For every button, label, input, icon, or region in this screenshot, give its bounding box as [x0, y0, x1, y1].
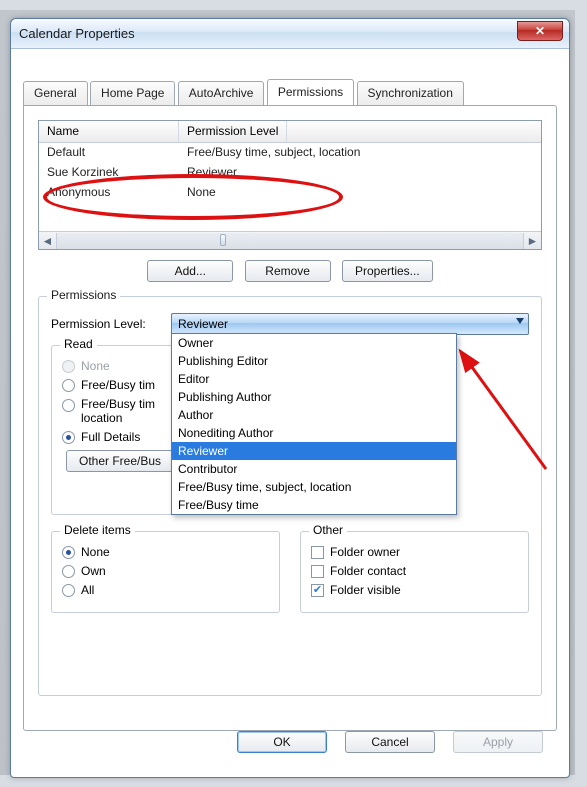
- table-row[interactable]: Sue Korzinek Reviewer: [39, 163, 541, 183]
- scroll-thumb[interactable]: [220, 234, 226, 246]
- dropdown-item[interactable]: Publishing Editor: [172, 352, 456, 370]
- tabstrip: General Home Page AutoArchive Permission…: [23, 79, 557, 105]
- cancel-button[interactable]: Cancel: [345, 731, 435, 753]
- folder-visible-label: Folder visible: [330, 583, 401, 597]
- radio-icon: [62, 431, 75, 444]
- radio-icon: [62, 565, 75, 578]
- table-row[interactable]: Anonymous None: [39, 183, 541, 203]
- list-buttons: Add... Remove Properties...: [38, 260, 542, 282]
- checkbox-icon: [311, 565, 324, 578]
- dropdown-item[interactable]: Free/Busy time, subject, location: [172, 478, 456, 496]
- radio-icon: [62, 546, 75, 559]
- tab-home-page[interactable]: Home Page: [90, 81, 175, 105]
- folder-owner-label: Folder owner: [330, 545, 400, 559]
- listview-rows: Default Free/Busy time, subject, locatio…: [39, 143, 541, 203]
- permissions-groupbox: Permissions Permission Level: Reviewer O…: [38, 296, 542, 696]
- radio-icon: [62, 584, 75, 597]
- read-freebusy-label: Free/Busy tim: [81, 378, 155, 392]
- radio-icon: [62, 379, 75, 392]
- check-icon: ✔: [313, 585, 322, 596]
- column-name[interactable]: Name: [39, 121, 179, 142]
- read-freebusy-loc-label: Free/Busy tim location: [81, 397, 155, 425]
- window-title: Calendar Properties: [19, 26, 135, 41]
- column-permission-level[interactable]: Permission Level: [179, 121, 287, 142]
- cell-name: Sue Korzinek: [39, 163, 179, 183]
- dropdown-item[interactable]: Author: [172, 406, 456, 424]
- read-full-details-label: Full Details: [81, 430, 140, 444]
- tab-autoarchive[interactable]: AutoArchive: [178, 81, 265, 105]
- dialog-footer: OK Cancel Apply: [233, 731, 547, 753]
- dropdown-item[interactable]: Nonediting Author: [172, 424, 456, 442]
- combo-value: Reviewer: [178, 317, 228, 331]
- radio-dot-icon: [66, 435, 71, 440]
- cell-name: Default: [39, 143, 179, 163]
- other-legend: Other: [309, 523, 347, 537]
- cell-level: Free/Busy time, subject, location: [179, 143, 368, 163]
- dropdown-item[interactable]: Owner: [172, 334, 456, 352]
- scroll-right-icon[interactable]: ►: [524, 233, 541, 249]
- folder-contact-row[interactable]: Folder contact: [311, 564, 518, 578]
- ok-button[interactable]: OK: [237, 731, 327, 753]
- chevron-down-icon: [516, 318, 524, 324]
- horizontal-scrollbar[interactable]: ◄ ►: [39, 231, 541, 249]
- dropdown-item[interactable]: Contributor: [172, 460, 456, 478]
- permission-level-label: Permission Level:: [51, 317, 171, 331]
- other-freebusy-button[interactable]: Other Free/Bus: [66, 450, 174, 472]
- delete-other-row: Delete items None Own All: [51, 527, 529, 613]
- tab-general[interactable]: General: [23, 81, 88, 105]
- read-none-label: None: [81, 359, 110, 373]
- scroll-trough[interactable]: [56, 233, 524, 249]
- permission-level-dropdown[interactable]: Owner Publishing Editor Editor Publishin…: [171, 333, 457, 515]
- folder-owner-row[interactable]: Folder owner: [311, 545, 518, 559]
- tab-permissions[interactable]: Permissions: [267, 79, 354, 105]
- dropdown-item[interactable]: Editor: [172, 370, 456, 388]
- remove-button[interactable]: Remove: [245, 260, 331, 282]
- radio-dot-icon: [66, 550, 71, 555]
- read-legend: Read: [60, 337, 97, 351]
- cell-level: None: [179, 183, 224, 203]
- delete-own-label: Own: [81, 564, 106, 578]
- permissions-panel: Name Permission Level Default Free/Busy …: [23, 105, 557, 731]
- delete-all-row[interactable]: All: [62, 583, 269, 597]
- delete-none-label: None: [81, 545, 110, 559]
- other-groupbox: Other Folder owner Folder contact ✔ Fold…: [300, 531, 529, 613]
- properties-button[interactable]: Properties...: [342, 260, 433, 282]
- permission-level-row: Permission Level: Reviewer: [51, 313, 529, 335]
- radio-icon: [62, 399, 75, 412]
- close-icon: ✕: [535, 24, 545, 38]
- apply-button[interactable]: Apply: [453, 731, 543, 753]
- permissions-listview[interactable]: Name Permission Level Default Free/Busy …: [38, 120, 542, 250]
- delete-legend: Delete items: [60, 523, 135, 537]
- delete-items-groupbox: Delete items None Own All: [51, 531, 280, 613]
- close-button[interactable]: ✕: [517, 21, 563, 41]
- checkbox-icon: [311, 546, 324, 559]
- calendar-properties-dialog: Calendar Properties ✕ General Home Page …: [10, 18, 570, 778]
- tab-synchronization[interactable]: Synchronization: [357, 81, 464, 105]
- delete-none-row[interactable]: None: [62, 545, 269, 559]
- permission-level-combo[interactable]: Reviewer: [171, 313, 529, 335]
- dropdown-item[interactable]: Publishing Author: [172, 388, 456, 406]
- delete-own-row[interactable]: Own: [62, 564, 269, 578]
- cell-name: Anonymous: [39, 183, 179, 203]
- dropdown-item[interactable]: Free/Busy time: [172, 496, 456, 514]
- checkbox-icon: ✔: [311, 584, 324, 597]
- listview-header: Name Permission Level: [39, 121, 541, 143]
- scroll-left-icon[interactable]: ◄: [39, 233, 56, 249]
- add-button[interactable]: Add...: [147, 260, 233, 282]
- titlebar: Calendar Properties ✕: [11, 19, 569, 49]
- folder-contact-label: Folder contact: [330, 564, 406, 578]
- cell-level: Reviewer: [179, 163, 245, 183]
- radio-icon: [62, 360, 75, 373]
- permissions-legend: Permissions: [47, 288, 120, 302]
- table-row[interactable]: Default Free/Busy time, subject, locatio…: [39, 143, 541, 163]
- folder-visible-row[interactable]: ✔ Folder visible: [311, 583, 518, 597]
- client-area: General Home Page AutoArchive Permission…: [19, 57, 561, 767]
- dropdown-item[interactable]: Reviewer: [172, 442, 456, 460]
- delete-all-label: All: [81, 583, 94, 597]
